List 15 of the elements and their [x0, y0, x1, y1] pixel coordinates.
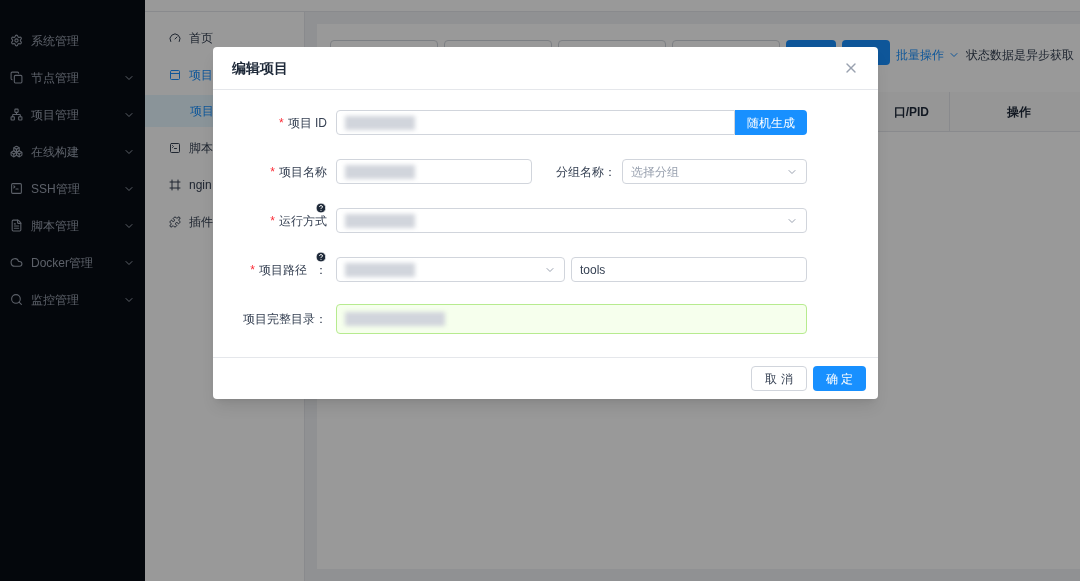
required-mark: * — [270, 163, 275, 181]
label-colon: ： — [315, 261, 327, 279]
column-header: 操作 — [1006, 103, 1031, 121]
field-label: 分组名称： — [556, 163, 616, 181]
required-mark: * — [250, 261, 255, 279]
required-mark: * — [270, 212, 275, 230]
dialog-title: 编辑项目 — [232, 58, 288, 78]
field-label: 运行方式 — [279, 212, 327, 230]
field-label: 项目名称 — [279, 163, 327, 181]
column-header: 口/PID — [893, 103, 929, 121]
field-label: 项目完整目录： — [243, 310, 327, 328]
field-label: 项目路径 — [259, 261, 307, 279]
required-mark: * — [279, 114, 284, 132]
field-label: 项目 ID — [287, 114, 327, 132]
status-note: 状态数据是异步获取 — [966, 47, 1074, 64]
